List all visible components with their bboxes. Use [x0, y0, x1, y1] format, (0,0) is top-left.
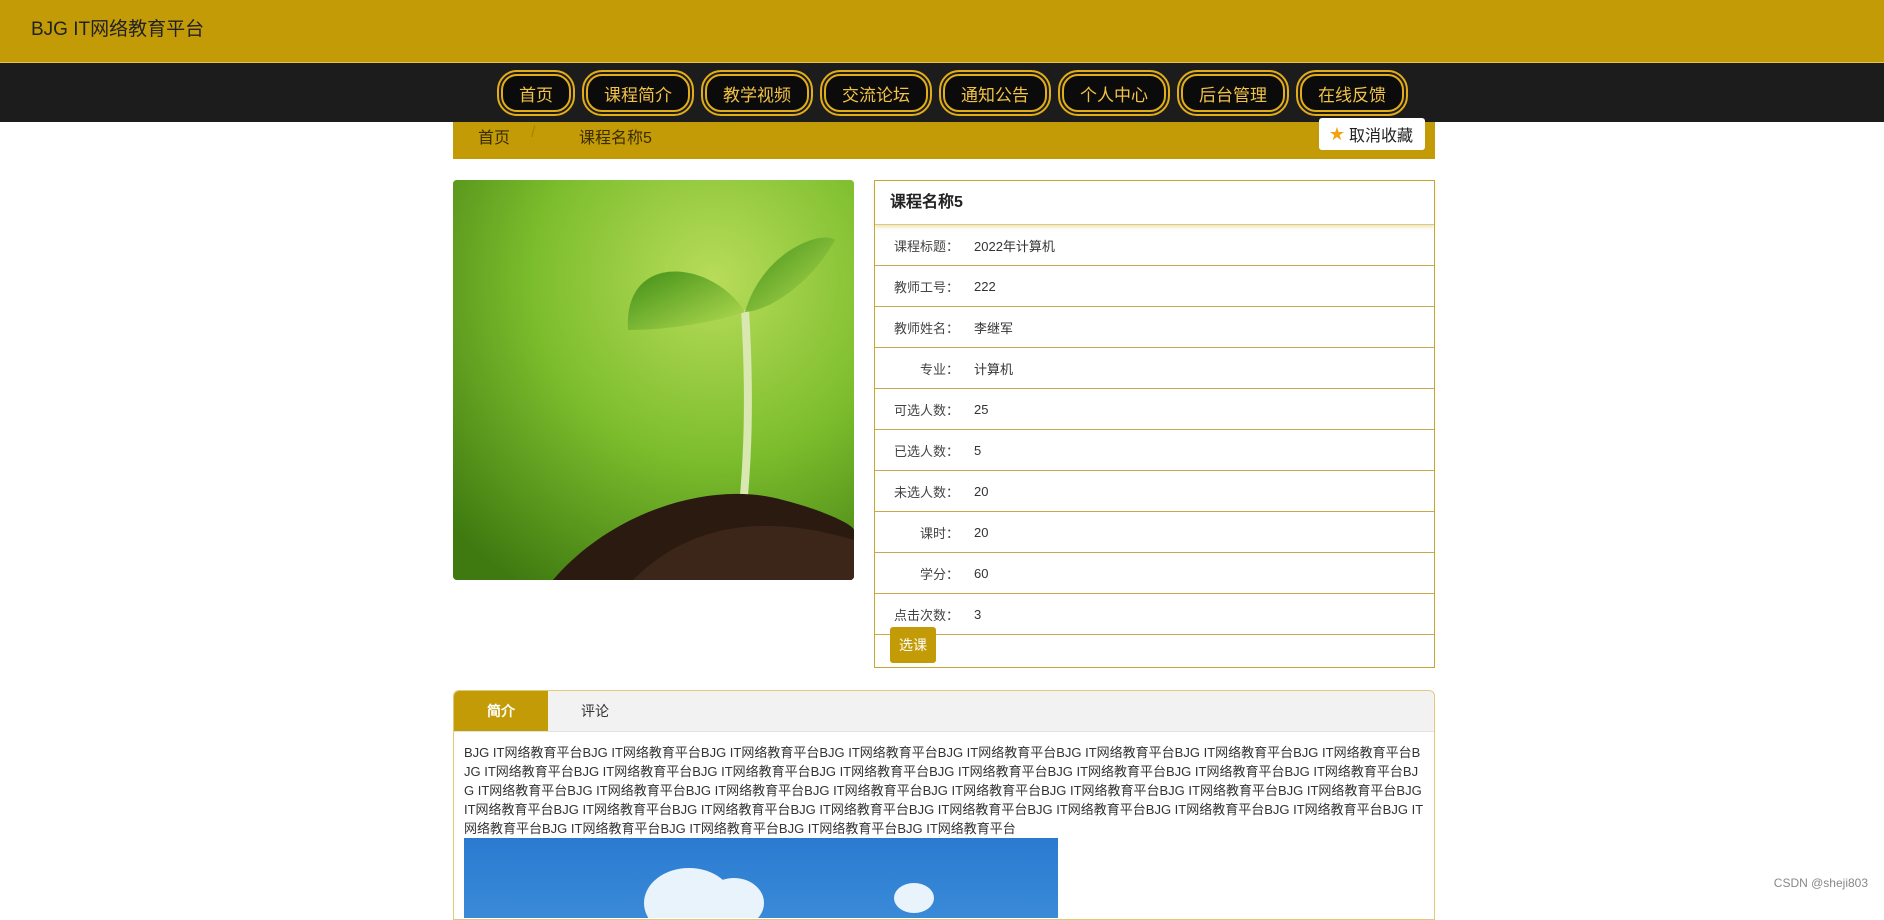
info-row-capacity: 可选人数： 25 — [875, 389, 1434, 430]
nav-item-notice[interactable]: 通知公告 — [939, 70, 1051, 116]
nav-item-teaching-video[interactable]: 教学视频 — [701, 70, 813, 116]
info-label: 教师姓名： — [893, 320, 959, 336]
nav-item-forum[interactable]: 交流论坛 — [820, 70, 932, 116]
cloud-shape — [894, 883, 934, 913]
tab-bar: 简介 评论 — [454, 691, 1434, 732]
nav-item-personal-center[interactable]: 个人中心 — [1058, 70, 1170, 116]
nav-list: 首页 课程简介 教学视频 交流论坛 通知公告 个人中心 后台管理 在线反馈 — [497, 70, 1408, 116]
breadcrumb: 首页 / 课程名称5 ★ 取消收藏 — [453, 118, 1435, 159]
info-row-hours: 课时： 20 — [875, 512, 1434, 553]
info-value: 李继军 — [974, 320, 1014, 336]
info-row-course-title: 课程标题： 2022年计算机 — [875, 225, 1434, 266]
info-label: 课时： — [919, 525, 959, 541]
info-label: 教师工号： — [893, 279, 959, 295]
info-label: 课程标题： — [893, 238, 959, 254]
seedling-illustration — [453, 180, 854, 580]
intro-text: BJG IT网络教育平台BJG IT网络教育平台BJG IT网络教育平台BJG … — [464, 745, 1424, 836]
top-header: BJG IT网络教育平台 — [0, 0, 1884, 63]
tab-comments[interactable]: 评论 — [548, 691, 642, 731]
info-row-remaining: 未选人数： 20 — [875, 471, 1434, 512]
tab-intro[interactable]: 简介 — [454, 691, 548, 731]
cloud-shape — [704, 878, 764, 918]
info-value: 20 — [974, 483, 989, 499]
main-nav: 首页 课程简介 教学视频 交流论坛 通知公告 个人中心 后台管理 在线反馈 — [0, 63, 1884, 122]
info-row-teacher-id: 教师工号： 222 — [875, 266, 1434, 307]
info-row-credits: 学分： 60 — [875, 553, 1434, 594]
unfavorite-label: 取消收藏 — [1348, 128, 1413, 145]
intro-image — [464, 838, 1058, 918]
select-course-button[interactable]: 选课 — [890, 627, 936, 663]
info-value: 3 — [974, 606, 982, 622]
star-icon: ★ — [1328, 123, 1345, 144]
breadcrumb-home[interactable]: 首页 — [478, 124, 510, 148]
info-row-selected: 已选人数： 5 — [875, 430, 1434, 471]
info-label: 学分： — [919, 566, 959, 582]
nav-item-feedback[interactable]: 在线反馈 — [1296, 70, 1408, 116]
nav-item-admin[interactable]: 后台管理 — [1177, 70, 1289, 116]
info-label: 专业： — [919, 361, 959, 377]
site-title: BJG IT网络教育平台 — [31, 19, 205, 40]
nav-item-home[interactable]: 首页 — [497, 70, 575, 116]
breadcrumb-current: 课程名称5 — [579, 130, 652, 147]
course-image — [453, 180, 854, 580]
info-value: 计算机 — [974, 361, 1014, 377]
info-value: 222 — [974, 278, 996, 294]
info-label: 点击次数： — [893, 607, 959, 623]
info-value: 2022年计算机 — [974, 238, 1055, 254]
course-info-panel: 课程名称5 课程标题： 2022年计算机 教师工号： 222 教师姓名： 李继军… — [874, 180, 1435, 668]
info-value: 25 — [974, 401, 989, 417]
breadcrumb-separator: / — [531, 124, 536, 141]
unfavorite-button[interactable]: ★ 取消收藏 — [1318, 118, 1425, 150]
info-row-teacher-name: 教师姓名： 李继军 — [875, 307, 1434, 348]
info-value: 20 — [974, 524, 989, 540]
info-label: 已选人数： — [893, 443, 959, 459]
detail-tabs: 简介 评论 BJG IT网络教育平台BJG IT网络教育平台BJG IT网络教育… — [453, 690, 1435, 920]
course-name: 课程名称5 — [875, 181, 1434, 225]
nav-item-course-intro[interactable]: 课程简介 — [582, 70, 694, 116]
info-value: 5 — [974, 442, 982, 458]
info-row-major: 专业： 计算机 — [875, 348, 1434, 389]
info-label: 可选人数： — [893, 402, 959, 418]
watermark: CSDN @sheji803 — [1773, 876, 1868, 890]
info-label: 未选人数： — [893, 484, 959, 500]
info-value: 60 — [974, 565, 989, 581]
info-row-clicks: 点击次数： 3 — [875, 594, 1434, 635]
